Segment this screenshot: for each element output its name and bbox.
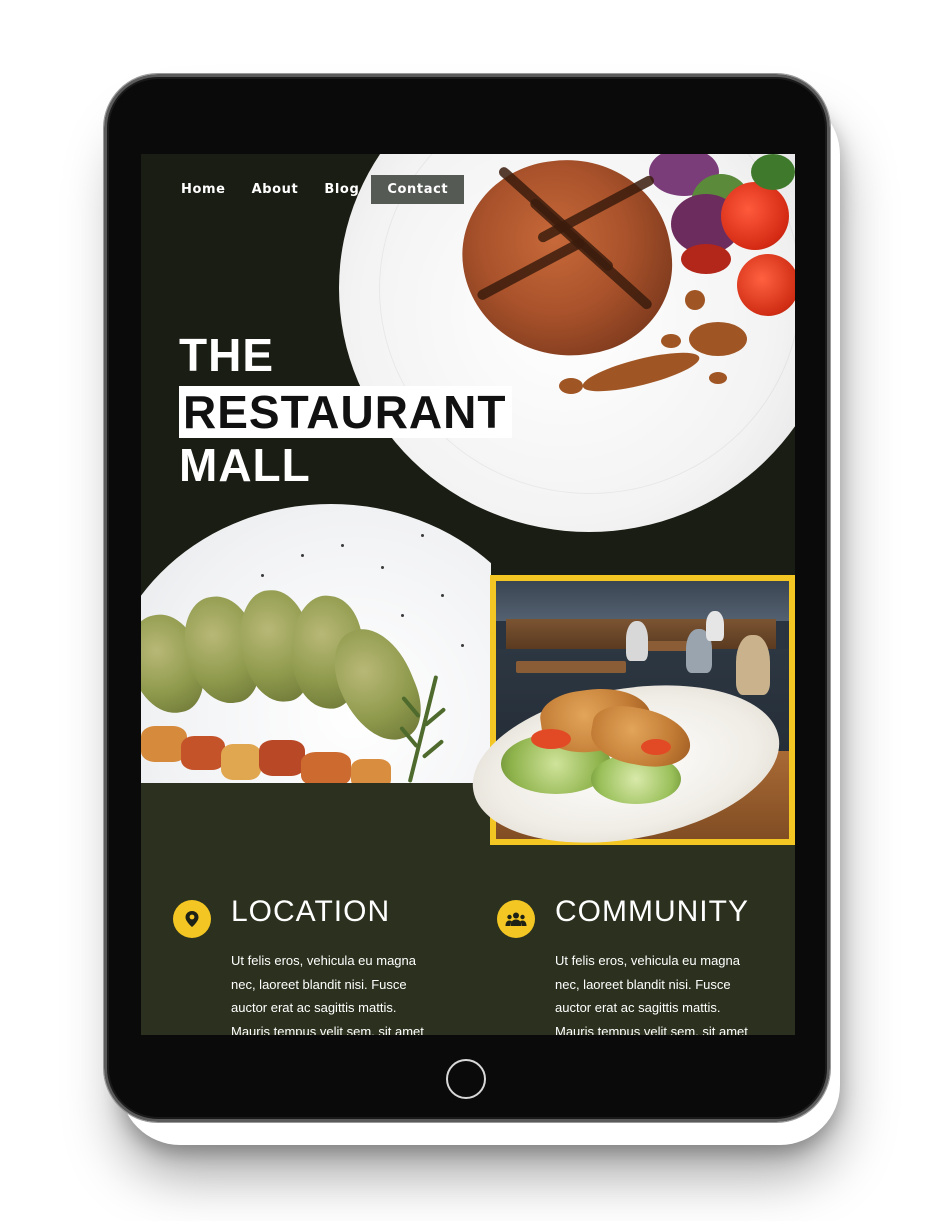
nav-about[interactable]: About — [242, 175, 309, 204]
sauce-drop — [685, 290, 705, 310]
pepper — [751, 154, 795, 190]
main-nav: Home About Blog Contact — [171, 174, 470, 204]
nav-blog[interactable]: Blog — [314, 175, 369, 204]
feature-heading: COMMUNITY — [555, 895, 749, 928]
pepper-speck — [421, 534, 424, 537]
pepper-speck — [461, 644, 464, 647]
hero-title-line-3: MALL — [179, 439, 311, 491]
pepper — [681, 244, 731, 274]
page-background: Home About Blog Contact THE RESTAURANT M… — [0, 0, 934, 1221]
photo-wall — [496, 581, 789, 621]
feature-text: Ut felis eros, vehicula eu magna nec, la… — [231, 953, 424, 1035]
pepper-speck — [381, 566, 384, 569]
nav-contact[interactable]: Contact — [371, 174, 465, 204]
sauce-drop — [661, 334, 681, 348]
tomato — [721, 182, 789, 250]
chicken-plate-image — [141, 504, 491, 783]
community-group-icon — [497, 900, 535, 938]
tablet-screen: Home About Blog Contact THE RESTAURANT M… — [141, 154, 795, 1035]
roasted-potato — [221, 744, 261, 780]
roasted-potato — [301, 752, 351, 783]
location-pin-icon — [173, 900, 211, 938]
pepper-speck — [401, 614, 404, 617]
photo-person — [626, 621, 648, 661]
hero-title-line-1: THE — [179, 329, 274, 381]
sauce — [641, 739, 671, 755]
pepper-speck — [341, 544, 344, 547]
hero-title: THE RESTAURANT MALL — [179, 329, 513, 494]
roasted-potato — [181, 736, 225, 770]
sauce-drop — [709, 372, 727, 384]
roasted-potato — [259, 740, 305, 776]
nav-home[interactable]: Home — [171, 175, 236, 204]
hero-title-line-2: RESTAURANT — [179, 386, 513, 438]
sauce-drop — [559, 378, 583, 394]
sauce-drop — [689, 322, 747, 356]
photo-person — [706, 611, 724, 641]
pepper-speck — [261, 574, 264, 577]
feature-heading: LOCATION — [231, 895, 391, 928]
pepper-speck — [441, 594, 444, 597]
tomato — [737, 254, 795, 316]
tablet-home-button[interactable] — [446, 1059, 486, 1099]
feature-text: Ut felis eros, vehicula eu magna nec, la… — [555, 953, 748, 1035]
photo-table — [516, 661, 626, 673]
photo-person — [736, 635, 770, 695]
roasted-potato — [351, 759, 391, 783]
sauce — [531, 729, 571, 749]
pepper-speck — [301, 554, 304, 557]
